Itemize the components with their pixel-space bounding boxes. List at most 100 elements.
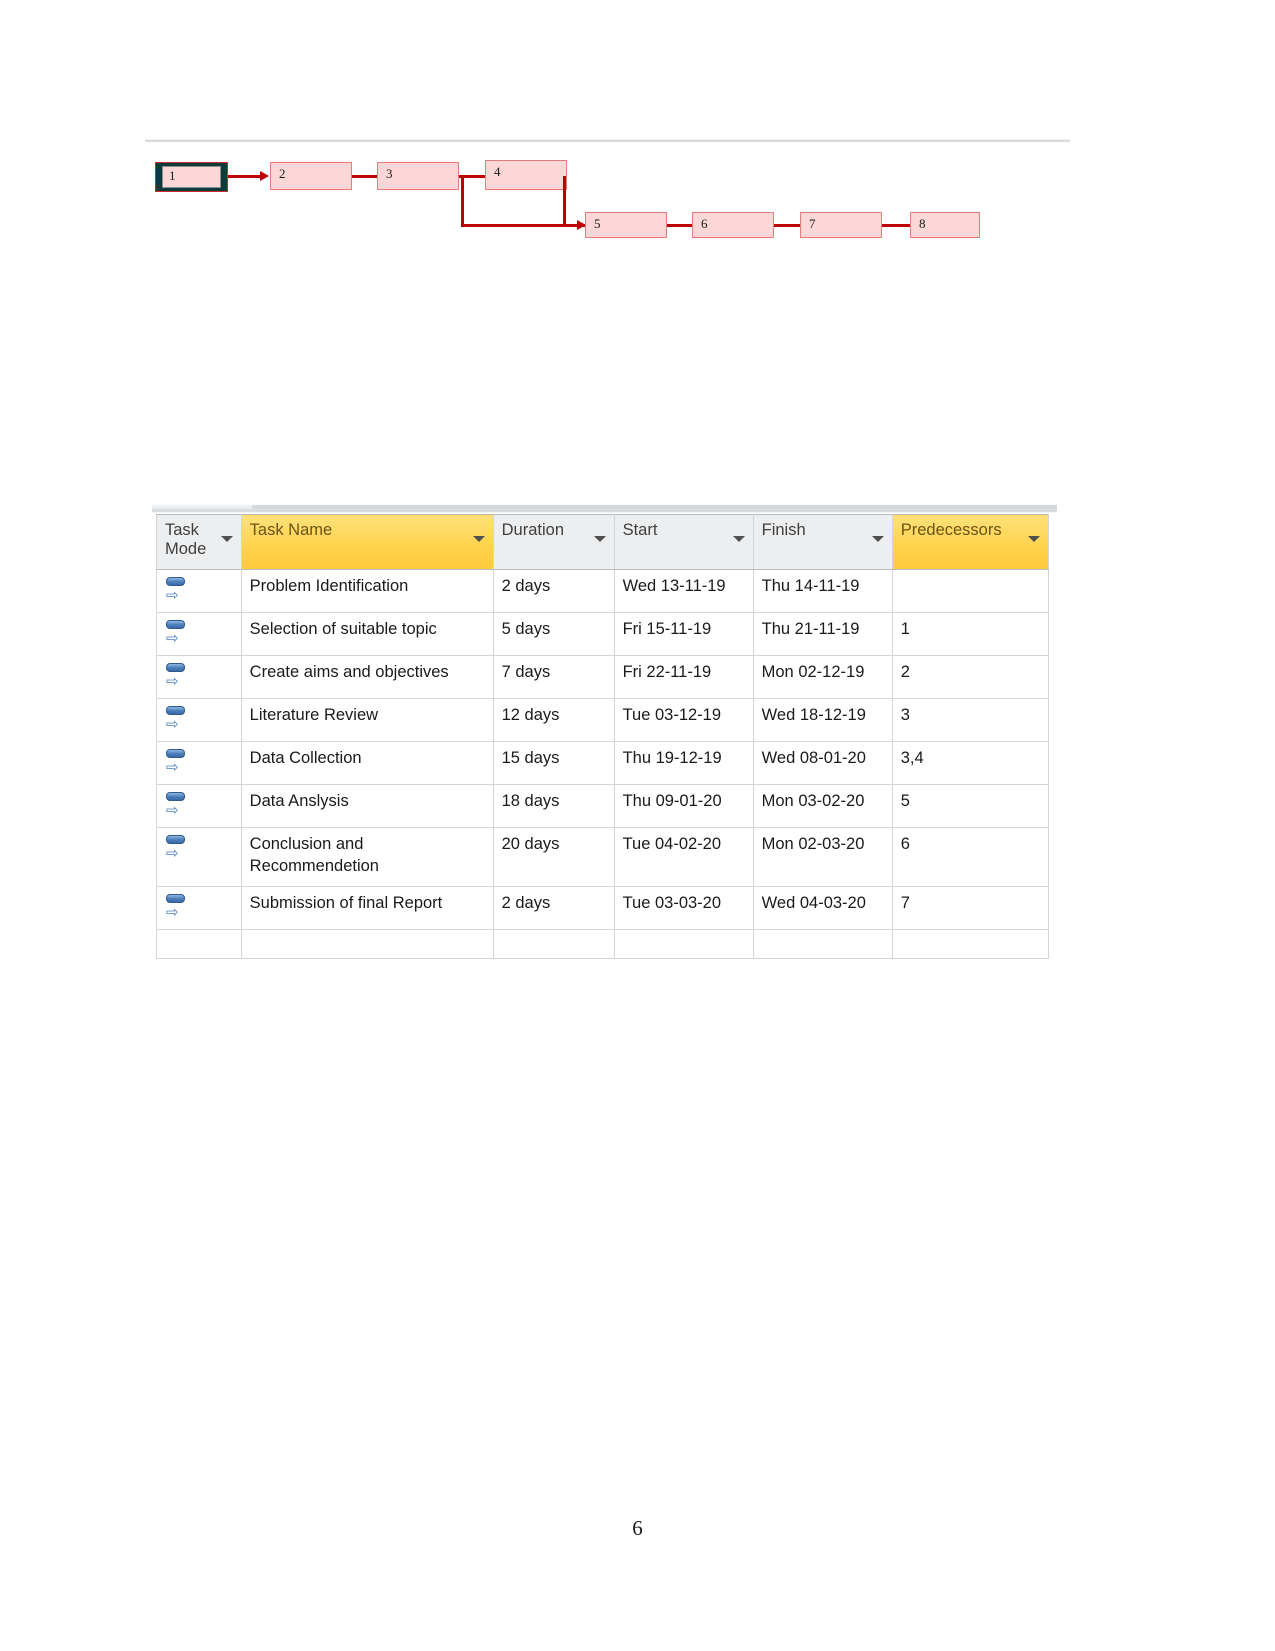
filter-chevron-down-icon[interactable] — [472, 536, 485, 542]
column-header-start[interactable]: Start — [613, 514, 754, 570]
task-mode-cell[interactable]: ⇨ — [156, 569, 242, 613]
network-node-3[interactable]: 3 — [377, 162, 459, 190]
predecessors-cell[interactable]: 6 — [891, 827, 1050, 887]
column-header-task-mode[interactable]: Task Mode — [156, 514, 242, 570]
predecessors-cell[interactable]: 7 — [891, 885, 1050, 930]
network-node-label: 6 — [701, 216, 708, 231]
connector-arrow-1-2 — [260, 171, 269, 181]
column-header-task-name[interactable]: Task Name — [240, 514, 494, 570]
duration-cell[interactable]: 15 days — [492, 741, 615, 785]
finish-cell[interactable]: Mon 03-02-20 — [752, 784, 893, 828]
table-row[interactable]: ⇨ Data Anslysis 18 days Thu 09-01-20 Mon… — [156, 784, 1050, 828]
predecessors-cell[interactable] — [891, 928, 1050, 959]
auto-scheduled-icon: ⇨ — [165, 748, 187, 776]
task-mode-cell[interactable]: ⇨ — [156, 655, 242, 699]
auto-scheduled-icon: ⇨ — [165, 705, 187, 733]
auto-scheduled-icon: ⇨ — [165, 834, 187, 862]
task-mode-cell[interactable]: ⇨ — [156, 827, 242, 887]
page-number: 6 — [632, 1516, 643, 1540]
column-header-label: Task Name — [249, 521, 333, 539]
filter-chevron-down-icon[interactable] — [732, 536, 745, 542]
task-name-cell[interactable]: Conclusion and Recommendetion — [240, 827, 494, 887]
auto-scheduled-icon: ⇨ — [165, 619, 187, 647]
finish-cell[interactable]: Wed 04-03-20 — [752, 885, 893, 930]
start-cell[interactable] — [613, 928, 754, 959]
filter-chevron-down-icon[interactable] — [220, 536, 233, 542]
finish-cell[interactable]: Thu 21-11-19 — [752, 612, 893, 656]
task-name-cell[interactable]: Create aims and objectives — [240, 655, 494, 699]
task-mode-cell[interactable]: ⇨ — [156, 784, 242, 828]
duration-cell[interactable]: 18 days — [492, 784, 615, 828]
start-cell[interactable]: Thu 09-01-20 — [613, 784, 754, 828]
start-cell[interactable]: Tue 04-02-20 — [613, 827, 754, 887]
finish-cell[interactable]: Thu 14-11-19 — [752, 569, 893, 613]
predecessors-cell[interactable] — [891, 569, 1050, 613]
start-cell[interactable]: Tue 03-03-20 — [613, 885, 754, 930]
task-name-cell[interactable]: Literature Review — [240, 698, 494, 742]
network-node-1[interactable]: 1 — [155, 162, 228, 192]
predecessors-cell[interactable]: 3 — [891, 698, 1050, 742]
start-cell[interactable]: Fri 15-11-19 — [613, 612, 754, 656]
task-mode-cell[interactable]: ⇨ — [156, 612, 242, 656]
table-row[interactable]: ⇨ Create aims and objectives 7 days Fri … — [156, 655, 1050, 699]
auto-scheduled-icon: ⇨ — [165, 893, 187, 921]
filter-chevron-down-icon[interactable] — [871, 536, 884, 542]
start-cell[interactable]: Wed 13-11-19 — [613, 569, 754, 613]
duration-cell[interactable]: 2 days — [492, 885, 615, 930]
finish-cell[interactable]: Wed 08-01-20 — [752, 741, 893, 785]
task-mode-cell[interactable] — [156, 928, 242, 959]
network-node-2[interactable]: 2 — [270, 162, 352, 190]
duration-cell[interactable]: 20 days — [492, 827, 615, 887]
task-name-cell[interactable]: Data Collection — [240, 741, 494, 785]
table-row[interactable]: ⇨ Literature Review 12 days Tue 03-12-19… — [156, 698, 1050, 742]
duration-cell[interactable] — [492, 928, 615, 959]
start-cell[interactable]: Fri 22-11-19 — [613, 655, 754, 699]
column-header-finish[interactable]: Finish — [752, 514, 893, 570]
duration-cell[interactable]: 7 days — [492, 655, 615, 699]
start-cell[interactable]: Thu 19-12-19 — [613, 741, 754, 785]
finish-cell[interactable]: Mon 02-03-20 — [752, 827, 893, 887]
predecessors-cell[interactable]: 2 — [891, 655, 1050, 699]
task-mode-cell[interactable]: ⇨ — [156, 698, 242, 742]
network-node-4[interactable]: 4 — [485, 160, 567, 190]
network-node-5[interactable]: 5 — [585, 212, 667, 238]
start-cell[interactable]: Tue 03-12-19 — [613, 698, 754, 742]
finish-cell[interactable] — [752, 928, 893, 959]
duration-cell[interactable]: 12 days — [492, 698, 615, 742]
task-mode-cell[interactable]: ⇨ — [156, 885, 242, 930]
filter-chevron-down-icon[interactable] — [1028, 536, 1040, 542]
task-name-cell[interactable]: Data Anslysis — [240, 784, 494, 828]
predecessors-cell[interactable]: 3,4 — [891, 741, 1050, 785]
table-row[interactable]: ⇨ Conclusion and Recommendetion 20 days … — [156, 827, 1050, 887]
network-node-6[interactable]: 6 — [692, 212, 774, 238]
table-row[interactable]: ⇨ Problem Identification 2 days Wed 13-1… — [156, 569, 1050, 613]
task-name-cell[interactable] — [240, 928, 494, 959]
predecessors-cell[interactable]: 5 — [891, 784, 1050, 828]
table-row[interactable]: ⇨ Selection of suitable topic 5 days Fri… — [156, 612, 1050, 656]
network-node-label: 3 — [386, 166, 393, 181]
column-header-predecessors[interactable]: Predecessors — [891, 514, 1050, 570]
horizontal-rule — [145, 138, 1070, 143]
duration-cell[interactable]: 2 days — [492, 569, 615, 613]
filter-chevron-down-icon[interactable] — [593, 536, 606, 542]
project-schedule-table: Task Mode Task Name Duration Start Finis… — [152, 503, 1057, 959]
finish-cell[interactable]: Mon 02-12-19 — [752, 655, 893, 699]
finish-cell[interactable]: Wed 18-12-19 — [752, 698, 893, 742]
connector-4-5-vertical — [563, 176, 566, 226]
task-name-cell[interactable]: Selection of suitable topic — [240, 612, 494, 656]
task-name-cell[interactable]: Problem Identification — [240, 569, 494, 613]
duration-cell[interactable]: 5 days — [492, 612, 615, 656]
task-name-cell[interactable]: Submission of final Report — [240, 885, 494, 930]
network-node-8[interactable]: 8 — [910, 212, 980, 238]
table-top-scrollbar-thumb[interactable] — [252, 505, 1057, 509]
network-node-label: 7 — [809, 216, 816, 231]
network-node-label: 5 — [594, 216, 601, 231]
table-row[interactable]: ⇨ Submission of final Report 2 days Tue … — [156, 885, 1050, 930]
predecessors-cell[interactable]: 1 — [891, 612, 1050, 656]
table-row[interactable]: ⇨ Data Collection 15 days Thu 19-12-19 W… — [156, 741, 1050, 785]
table-top-scrollbar[interactable] — [152, 503, 1057, 513]
network-node-7[interactable]: 7 — [800, 212, 882, 238]
column-header-duration[interactable]: Duration — [492, 514, 615, 570]
table-row-empty[interactable] — [156, 928, 1050, 959]
task-mode-cell[interactable]: ⇨ — [156, 741, 242, 785]
